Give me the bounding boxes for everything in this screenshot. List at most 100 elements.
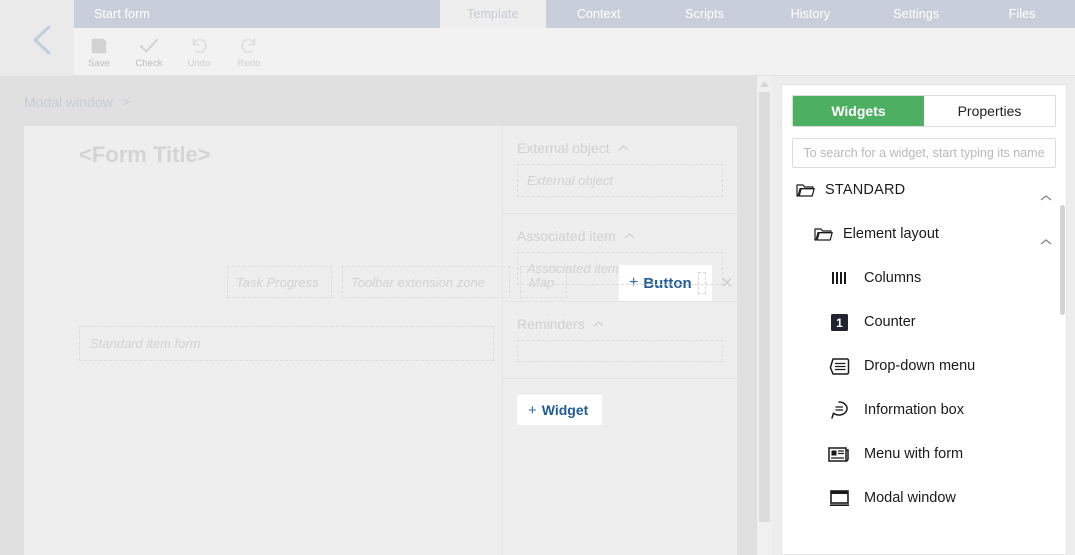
drop-down-menu-icon — [828, 355, 850, 377]
tab-history[interactable]: History — [757, 0, 864, 28]
add-widget-area: + Widget — [503, 379, 737, 425]
dropzone-label: Standard item form — [90, 336, 201, 351]
tab-settings[interactable]: Settings — [863, 0, 970, 28]
widget-label: Modal window — [864, 490, 956, 506]
dropzone-associated-item[interactable]: Associated item — [517, 252, 723, 285]
main-tabs: Start form Template Context Scripts Hist… — [74, 0, 1075, 28]
tab-label: Start form — [94, 7, 150, 21]
tab-start-form[interactable]: Start form — [74, 0, 440, 28]
undo-arrow-icon — [192, 37, 207, 53]
chevron-up-icon[interactable] — [1040, 238, 1052, 256]
widget-label: Menu with form — [864, 446, 964, 462]
columns-icon — [828, 267, 850, 289]
chevron-left-icon — [33, 25, 51, 55]
form-right-column: External object External object Associat… — [502, 126, 737, 555]
widget-label: Drop-down menu — [864, 358, 976, 374]
save-button[interactable]: Save — [74, 32, 124, 74]
save-floppy-icon — [91, 38, 107, 54]
chevron-up-icon[interactable] — [624, 232, 635, 240]
add-widget-label: Widget — [541, 402, 589, 418]
redo-arrow-icon — [241, 37, 256, 53]
widget-item-drop-down-menu[interactable]: Drop-down menu — [782, 344, 1066, 388]
dropzone-toolbar-extension[interactable]: Toolbar extension zone — [342, 266, 510, 298]
breadcrumb-root[interactable]: Modal window — [24, 94, 113, 110]
widget-search-input[interactable] — [793, 139, 1055, 167]
tab-files[interactable]: Files — [969, 0, 1075, 28]
scrollbar-thumb[interactable] — [759, 92, 770, 522]
app-header: Start form Template Context Scripts Hist… — [0, 0, 1075, 76]
canvas-scrollbar[interactable] — [757, 76, 772, 555]
widget-item-menu-with-form[interactable]: Menu with form — [782, 432, 1066, 476]
chevron-up-icon[interactable] — [1040, 194, 1052, 212]
group-header-element-layout[interactable]: Element layout — [782, 212, 1066, 256]
widget-item-counter[interactable]: 1 Counter — [782, 300, 1066, 344]
widget-item-information-box[interactable]: Information box — [782, 388, 1066, 432]
app-root: Start form Template Context Scripts Hist… — [0, 0, 1075, 555]
dropzone-standard-item-form[interactable]: Standard item form — [79, 326, 494, 361]
scroll-up-arrow-icon[interactable] — [757, 78, 772, 90]
form-title[interactable]: <Form Title> — [79, 142, 211, 168]
section-header[interactable]: Associated item — [503, 214, 737, 252]
dropzone-external-object[interactable]: External object — [517, 164, 723, 197]
chevron-up-icon[interactable] — [618, 144, 629, 152]
information-box-icon — [828, 399, 850, 421]
tab-label: Scripts — [685, 7, 725, 21]
panel-scrollbar-thumb[interactable] — [1060, 205, 1065, 315]
add-widget-button[interactable]: + Widget — [517, 395, 603, 425]
redo-button[interactable]: Redo — [224, 32, 274, 74]
widget-label: Counter — [864, 314, 916, 330]
tab-properties[interactable]: Properties — [924, 96, 1055, 126]
breadcrumb: Modal window > — [24, 94, 130, 110]
group-label: Element layout — [843, 226, 939, 242]
widget-item-modal-window[interactable]: Modal window — [782, 476, 1066, 520]
widget-label: Columns — [864, 270, 922, 286]
check-label: Check — [135, 58, 163, 69]
widget-search-box[interactable] — [792, 138, 1056, 168]
section-reminders: Reminders — [503, 302, 737, 379]
save-label: Save — [88, 58, 110, 69]
tab-template[interactable]: Template — [440, 0, 546, 28]
tab-label: History — [790, 7, 831, 21]
tab-context[interactable]: Context — [545, 0, 652, 28]
back-button[interactable] — [20, 18, 64, 62]
tab-widgets[interactable]: Widgets — [793, 96, 924, 126]
counter-icon: 1 — [828, 311, 850, 333]
check-button[interactable]: Check — [124, 32, 174, 74]
menu-with-form-icon — [828, 443, 850, 465]
widget-label: Information box — [864, 402, 964, 418]
right-panel-zone: Widgets Properties STANDARD — [772, 76, 1075, 555]
folder-open-icon — [814, 226, 833, 242]
dropzone-reminders[interactable] — [517, 340, 723, 362]
form-canvas-area: Modal window > <Form Title> Task Progres… — [0, 76, 757, 555]
tab-scripts[interactable]: Scripts — [651, 0, 758, 28]
redo-label: Redo — [237, 58, 261, 69]
svg-text:1: 1 — [836, 316, 843, 330]
editor-toolbar: Save Check Undo Redo — [74, 28, 1075, 76]
group-standard: STANDARD Element layout — [782, 168, 1066, 256]
tab-label: Widgets — [831, 103, 886, 119]
section-title: External object — [517, 140, 610, 156]
folder-open-icon — [796, 182, 815, 198]
section-header[interactable]: External object — [503, 126, 737, 164]
section-header[interactable]: Reminders — [503, 302, 737, 340]
tab-label: Settings — [893, 7, 940, 21]
plus-icon: + — [528, 401, 537, 419]
panel-tabs: Widgets Properties — [792, 95, 1056, 127]
tab-label: Properties — [957, 103, 1022, 119]
modal-window-icon — [828, 487, 850, 509]
dropzone-task-progress[interactable]: Task Progress — [227, 266, 332, 298]
section-title: Associated item — [517, 228, 616, 244]
undo-label: Undo — [187, 58, 211, 69]
breadcrumb-separator-icon: > — [122, 95, 130, 109]
widget-item-columns[interactable]: Columns — [782, 256, 1066, 300]
tab-label: Template — [467, 7, 519, 21]
section-associated-item: Associated item Associated item — [503, 214, 737, 302]
tab-label: Files — [1008, 7, 1036, 21]
section-external-object: External object External object — [503, 126, 737, 214]
group-header-standard[interactable]: STANDARD — [782, 168, 1066, 212]
chevron-up-icon[interactable] — [593, 320, 604, 328]
dropzone-label: Toolbar extension zone — [351, 274, 485, 290]
undo-button[interactable]: Undo — [174, 32, 224, 74]
checkmark-icon — [139, 38, 159, 53]
dropzone-label: Associated item — [527, 261, 619, 276]
